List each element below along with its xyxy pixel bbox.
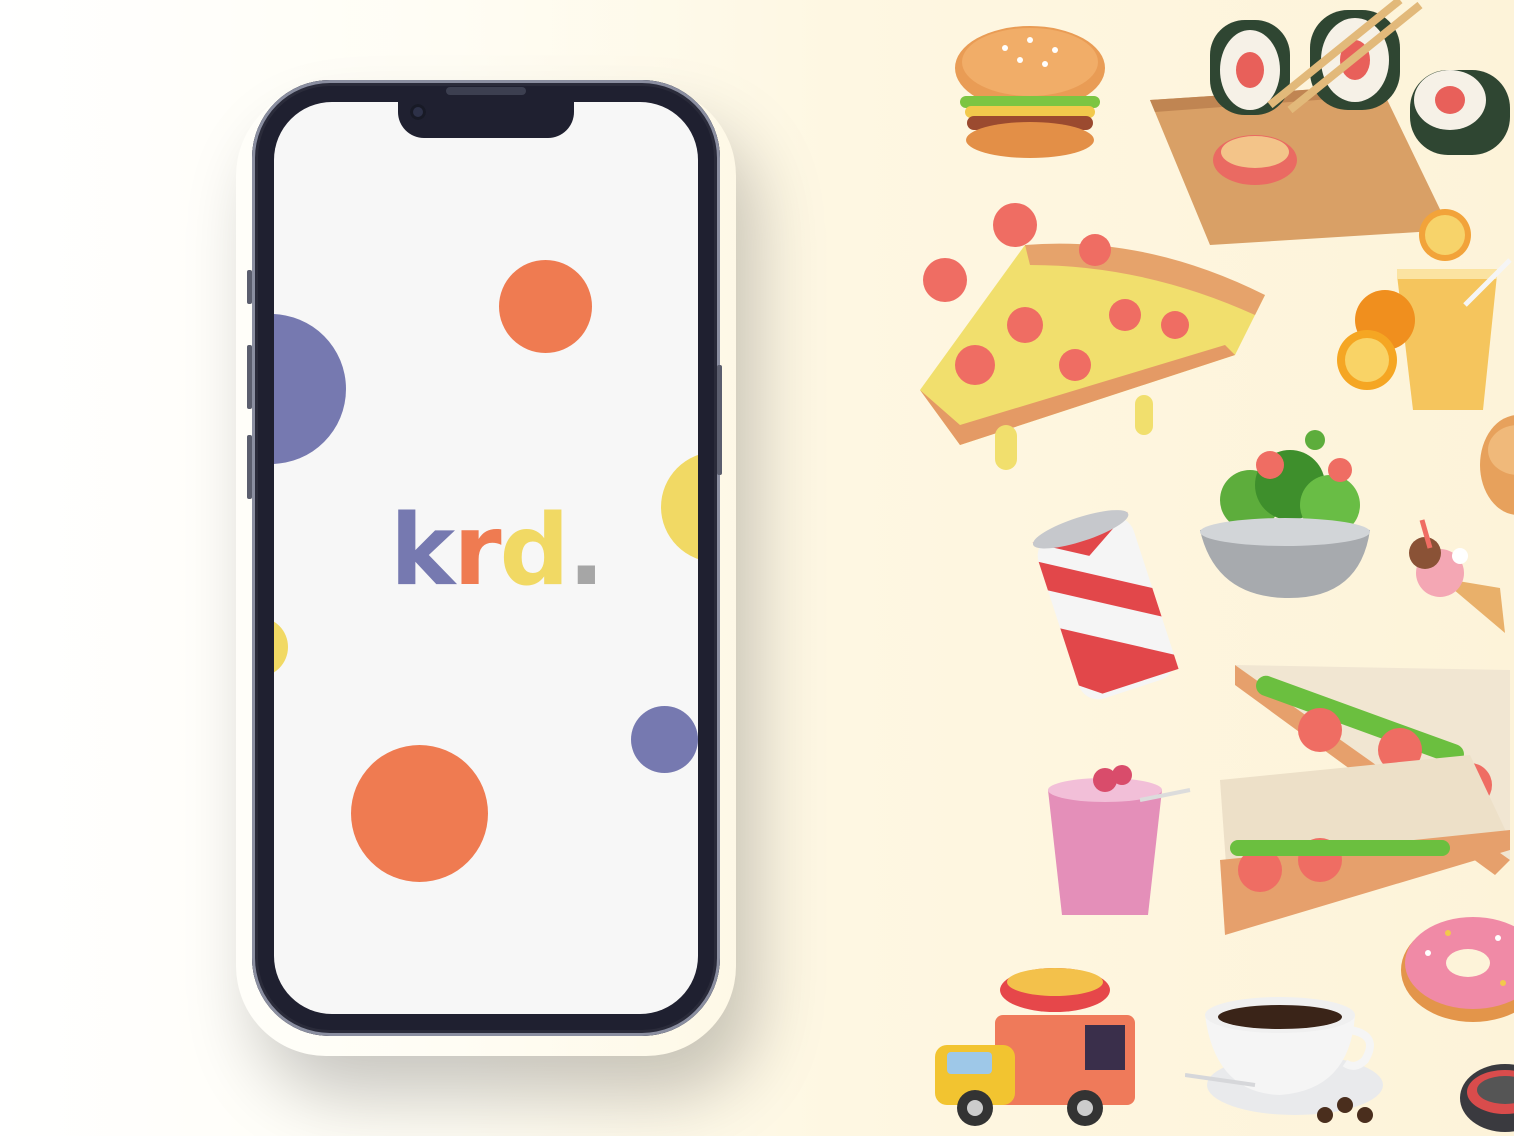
logo-letter-k: k — [390, 494, 455, 608]
phone-volume-up-button — [247, 345, 252, 409]
smoothie-glass-icon — [1048, 765, 1191, 915]
orange-circle-bottom — [351, 745, 488, 882]
purple-circle-large — [274, 314, 346, 464]
phone-notch — [398, 100, 574, 138]
purple-circle-small — [631, 706, 698, 773]
phone-speaker — [446, 87, 526, 95]
app-splash-screen: krd. — [274, 102, 698, 1014]
logo-dot: . — [567, 494, 605, 608]
phone-volume-down-button — [247, 435, 252, 499]
yellow-circle-left — [274, 617, 288, 677]
yellow-circle-right — [661, 452, 698, 562]
sandwich-icon — [1220, 665, 1510, 935]
grill-icon — [1460, 1064, 1514, 1132]
ice-cream-cone-icon — [1409, 519, 1505, 633]
coffee-cup-icon — [1185, 997, 1383, 1123]
soda-can-icon — [1032, 510, 1179, 700]
burger-icon — [955, 26, 1105, 158]
phone-silent-switch — [247, 270, 252, 304]
krd-logo: krd. — [390, 502, 605, 600]
donut-icon — [1401, 917, 1514, 1022]
bowl-icon — [1480, 415, 1514, 515]
front-camera — [410, 104, 426, 120]
phone-power-button — [717, 365, 722, 475]
logo-letter-r: r — [453, 494, 501, 608]
logo-letter-d: d — [499, 494, 570, 608]
food-truck-icon — [935, 968, 1135, 1126]
salad-bowl-icon — [1200, 430, 1370, 599]
orange-juice-icon — [1337, 209, 1512, 410]
orange-circle-top — [499, 260, 592, 353]
